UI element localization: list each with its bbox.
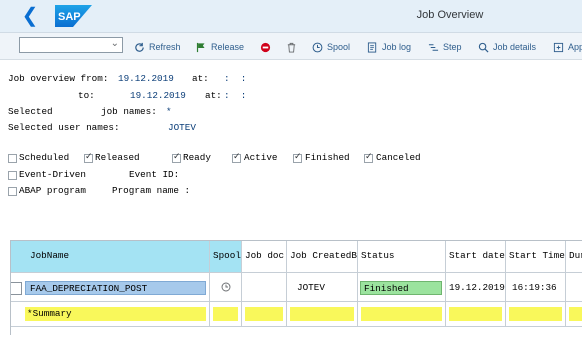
ready-label: Ready <box>183 152 211 163</box>
active-checkbox[interactable] <box>232 152 241 163</box>
refresh-label: Refresh <box>149 42 181 52</box>
summary-cell <box>506 302 566 327</box>
summary-cell <box>358 302 446 327</box>
status-badge: Finished <box>360 281 442 295</box>
job-grid: JobName Spool Job doc Job CreatedB Statu… <box>10 240 582 335</box>
column-header-jobname[interactable]: JobName <box>11 241 210 273</box>
event-driven-label: Event-Driven <box>19 169 86 180</box>
step-button[interactable]: Step <box>428 40 462 54</box>
refresh-icon <box>135 42 144 52</box>
from-at-label: at: <box>192 73 209 84</box>
clock-icon <box>312 42 323 52</box>
back-icon[interactable]: ❮ <box>16 5 44 27</box>
clock-icon[interactable] <box>221 282 231 292</box>
stop-button[interactable] <box>260 40 271 54</box>
job-details-button[interactable]: Job details <box>478 40 536 54</box>
to-time: : : <box>224 90 247 101</box>
summary-cell <box>566 302 582 327</box>
duration-cell <box>566 273 582 302</box>
scheduled-checkbox[interactable] <box>8 154 17 163</box>
column-header-job-doc[interactable]: Job doc <box>242 241 287 273</box>
job-name-cell[interactable]: FAA_DEPRECIATION_POST <box>25 281 206 295</box>
from-date: 19.12.2019 <box>118 73 174 84</box>
to-label: to: <box>78 90 95 101</box>
column-header-spool[interactable]: Spool <box>210 241 242 273</box>
job-log-button[interactable]: Job log <box>367 40 411 54</box>
chevron-down-icon[interactable]: ⌄ <box>111 38 119 49</box>
variant-select[interactable]: ⌄ <box>19 37 123 53</box>
user-names-label: Selected user names: <box>8 122 120 133</box>
start-time-cell: 16:19:36 <box>506 273 566 302</box>
summary-cell <box>446 302 506 327</box>
from-time: : : <box>224 73 247 84</box>
job-details-label: Job details <box>493 42 537 52</box>
job-names-value: * <box>166 106 172 117</box>
log-icon <box>367 41 377 53</box>
user-names-value: JOTEV <box>168 122 196 133</box>
released-label: Released <box>95 152 140 163</box>
page-title: Job Overview <box>416 9 484 21</box>
event-id-label: Event ID: <box>129 169 180 180</box>
column-header-duration[interactable]: Dura <box>566 241 582 273</box>
summary-cell <box>210 302 242 327</box>
program-name-label: Program name : <box>112 185 191 196</box>
selected-label: Selected <box>8 106 53 117</box>
summary-row: *Summary <box>11 302 210 327</box>
app-icon <box>553 42 564 52</box>
release-label: Release <box>211 42 245 52</box>
app-label: App <box>568 42 582 52</box>
app-button[interactable]: App <box>553 40 582 54</box>
finished-label: Finished <box>305 152 350 163</box>
job-log-label: Job log <box>382 42 412 52</box>
to-at-label: at: <box>205 90 222 101</box>
event-driven-checkbox[interactable] <box>8 171 17 180</box>
spool-cell[interactable] <box>210 273 242 302</box>
column-header-status[interactable]: Status <box>358 241 446 273</box>
row-selector[interactable] <box>11 282 22 295</box>
table-row[interactable]: FAA_DEPRECIATION_POST <box>11 273 210 302</box>
flag-icon <box>196 42 205 52</box>
active-label: Active <box>244 152 278 163</box>
svg-text:SAP: SAP <box>58 11 81 23</box>
abap-program-label: ABAP program <box>19 185 86 196</box>
step-label: Step <box>443 42 462 52</box>
canceled-checkbox[interactable] <box>364 152 373 163</box>
ready-checkbox[interactable] <box>172 152 181 163</box>
refresh-button[interactable]: Refresh <box>134 40 181 54</box>
column-header-start-time[interactable]: Start Time <box>506 241 566 273</box>
summary-cell <box>287 302 358 327</box>
released-checkbox[interactable] <box>84 152 93 163</box>
release-button[interactable]: Release <box>196 40 244 54</box>
magnifier-icon <box>478 42 489 53</box>
finished-checkbox[interactable] <box>293 152 302 163</box>
column-header-created-by[interactable]: Job CreatedB <box>287 241 358 273</box>
created-by-cell: JOTEV <box>287 273 358 302</box>
status-cell: Finished <box>358 273 446 302</box>
from-label: Job overview from: <box>8 73 109 84</box>
shell-bar: ❮ SAP Job Overview <box>0 0 582 33</box>
delete-button[interactable] <box>286 40 297 54</box>
summary-cell <box>242 302 287 327</box>
job-doc-cell <box>242 273 287 302</box>
stop-icon <box>260 42 271 52</box>
summary-label: *Summary <box>25 307 206 321</box>
toolbar: ⌄ Refresh Release Spool Job log Step Job… <box>0 33 582 60</box>
spool-button[interactable]: Spool <box>312 40 350 54</box>
abap-program-checkbox[interactable] <box>8 187 17 196</box>
canceled-label: Canceled <box>376 152 421 163</box>
to-date: 19.12.2019 <box>130 90 186 101</box>
column-header-start-date[interactable]: Start date <box>446 241 506 273</box>
job-names-label: job names: <box>101 106 157 117</box>
trash-icon <box>287 42 296 53</box>
scheduled-label: Scheduled <box>19 152 70 163</box>
step-icon <box>428 43 439 51</box>
start-date-cell: 19.12.2019 <box>446 273 506 302</box>
sap-logo: SAP <box>55 5 92 27</box>
spool-label: Spool <box>327 42 351 52</box>
